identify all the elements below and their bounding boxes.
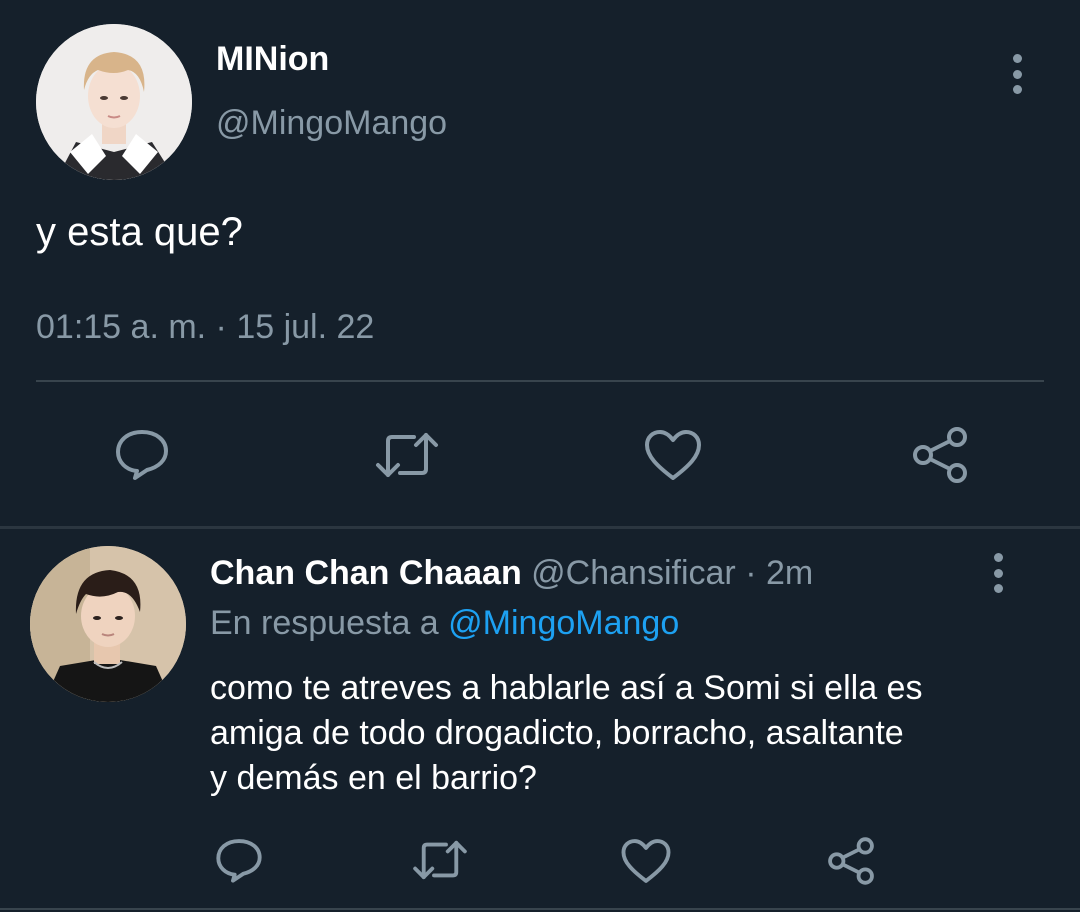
retweet-icon[interactable] bbox=[410, 836, 470, 884]
reply-icon[interactable] bbox=[212, 834, 266, 886]
share-icon[interactable] bbox=[824, 834, 878, 888]
reply-timestamp[interactable]: 2m bbox=[766, 554, 813, 592]
separator-dot: · bbox=[745, 554, 757, 592]
like-icon[interactable] bbox=[620, 836, 672, 886]
main-tweet-text: y esta que? bbox=[36, 210, 243, 254]
section-divider bbox=[0, 526, 1080, 529]
like-icon[interactable] bbox=[642, 426, 704, 484]
reply-text-line: y demás en el barrio? bbox=[210, 759, 537, 797]
avatar-image bbox=[30, 546, 186, 702]
replying-to-mention[interactable]: @MingoMango bbox=[448, 604, 679, 642]
bottom-divider bbox=[0, 908, 1080, 910]
avatar-image bbox=[36, 24, 192, 180]
replying-to-label: En respuesta a bbox=[210, 604, 439, 642]
replying-to-line: En respuesta a @MingoMango bbox=[210, 604, 679, 643]
reply-author-avatar[interactable] bbox=[30, 546, 186, 702]
reply-text-line: como te atreves a hablarle así a Somi si… bbox=[210, 669, 923, 707]
more-options-icon[interactable] bbox=[1005, 54, 1029, 94]
main-author-avatar[interactable] bbox=[36, 24, 192, 180]
retweet-icon[interactable] bbox=[372, 428, 442, 482]
more-options-icon[interactable] bbox=[986, 553, 1010, 593]
divider bbox=[36, 380, 1044, 382]
main-tweet-timestamp[interactable]: 01:15 a. m. · 15 jul. 22 bbox=[36, 308, 374, 347]
reply-text-line: amiga de todo drogadicto, borracho, asal… bbox=[210, 714, 904, 752]
share-icon[interactable] bbox=[908, 424, 972, 486]
reply-tweet-text: como te atreves a hablarle así a Somi si… bbox=[210, 666, 1030, 801]
reply-author-name[interactable]: Chan Chan Chaaan bbox=[210, 554, 522, 592]
reply-icon[interactable] bbox=[110, 424, 174, 484]
main-author-name[interactable]: MINion bbox=[216, 40, 329, 79]
main-author-handle[interactable]: @MingoMango bbox=[216, 104, 447, 143]
reply-header: Chan Chan Chaaan @Chansificar · 2m bbox=[210, 554, 813, 593]
reply-author-handle[interactable]: @Chansificar bbox=[531, 554, 736, 592]
